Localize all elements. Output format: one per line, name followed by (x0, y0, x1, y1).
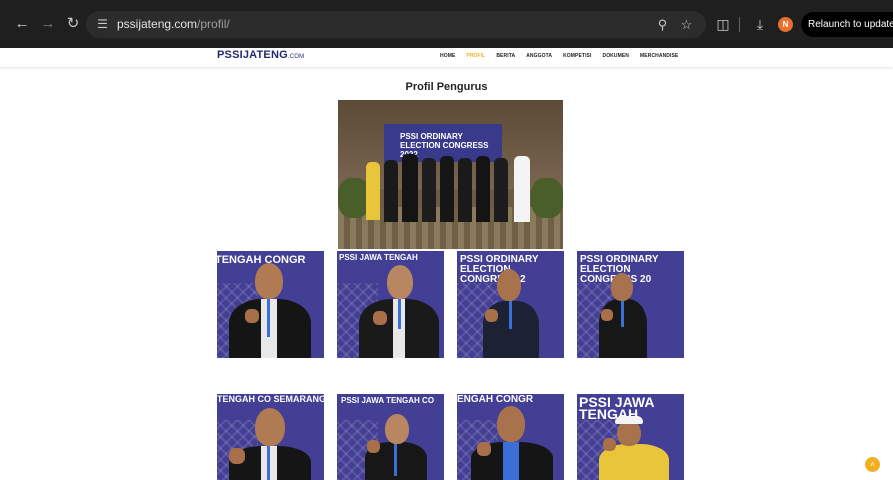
menu-item-berita[interactable]: BERITA (496, 53, 515, 59)
portrait-8[interactable]: PSSI JAWA TENGAH (577, 394, 684, 480)
portrait-banner: ENGAH CONGR (457, 394, 534, 405)
puzzle-icon[interactable]: ◫ (714, 15, 732, 33)
url-path: /profil/ (197, 17, 230, 31)
portrait-4[interactable]: PSSI ORDINARY ELECTION CONGRESS 20 (577, 251, 684, 358)
reload-icon[interactable]: ↻ (64, 15, 82, 33)
portrait-3[interactable]: PSSI ORDINARY ELECTION CONGRESS 2 (457, 251, 564, 358)
zoom-icon[interactable]: ⚲ (654, 16, 671, 33)
portrait-5[interactable]: TENGAH CO SEMARANG (217, 394, 324, 480)
main-menu: HOME PROFIL BERITA ANGGOTA KOMPETISI DOK… (440, 53, 689, 59)
url-host: pssijateng.com (117, 17, 198, 31)
menu-item-home[interactable]: HOME (440, 53, 455, 59)
forward-arrow-icon[interactable]: → (39, 15, 57, 33)
profile-avatar[interactable]: N (778, 17, 793, 32)
address-bar[interactable]: ☰ pssijateng.com/profil/ ⚲ ☆ (86, 11, 706, 38)
portrait-2[interactable]: PSSI JAWA TENGAH (337, 251, 444, 358)
portrait-banner: TENGAH CO SEMARANG (217, 394, 324, 404)
page-title: Profil Pengurus (405, 81, 488, 93)
menu-item-profil[interactable]: PROFIL (466, 53, 485, 59)
group-people (366, 152, 536, 230)
chevron-up-icon: ˄ (870, 460, 875, 469)
cap (615, 416, 643, 424)
relaunch-button[interactable]: Relaunch to update ⋮ (801, 12, 893, 37)
portrait-banner: TENGAH CONGR (217, 254, 306, 266)
menu-item-dokumen[interactable]: DOKUMEN (602, 53, 629, 59)
star-icon[interactable]: ☆ (678, 16, 695, 33)
back-arrow-icon[interactable]: ← (13, 15, 31, 33)
download-icon[interactable]: ⤓ (751, 15, 769, 33)
portrait-1[interactable]: TENGAH CONGR (217, 251, 324, 358)
group-photo[interactable]: PSSI ORDINARY ELECTION CONGRESS 2022 (338, 100, 563, 249)
url-text[interactable]: pssijateng.com/profil/ (117, 17, 230, 31)
portrait-6[interactable]: PSSI JAWA TENGAH CO (337, 394, 444, 480)
menu-item-kompetisi[interactable]: KOMPETISI (563, 53, 591, 59)
menu-item-merchandise[interactable]: MERCHANDISE (640, 53, 678, 59)
site-header: PSSIJATENG.COM HOME PROFIL BERITA ANGGOT… (0, 48, 893, 67)
relaunch-label: Relaunch to update (808, 19, 893, 30)
portrait-7[interactable]: ENGAH CONGR (457, 394, 564, 480)
site-info-icon[interactable]: ☰ (94, 16, 111, 33)
portrait-banner: PSSI JAWA TENGAH CO (341, 396, 435, 405)
logo-main: PSSIJATENG (217, 49, 288, 61)
browser-toolbar: ← → ↻ ☰ pssijateng.com/profil/ ⚲ ☆ ◫ ⤓ N… (0, 0, 893, 48)
menu-item-anggota[interactable]: ANGGOTA (526, 53, 552, 59)
logo-suffix: .COM (287, 54, 305, 60)
site-logo[interactable]: PSSIJATENG.COM (217, 49, 304, 61)
toolbar-divider (739, 17, 740, 32)
scroll-top-button[interactable]: ˄ (865, 457, 880, 472)
portrait-banner: PSSI JAWA TENGAH (339, 253, 418, 262)
